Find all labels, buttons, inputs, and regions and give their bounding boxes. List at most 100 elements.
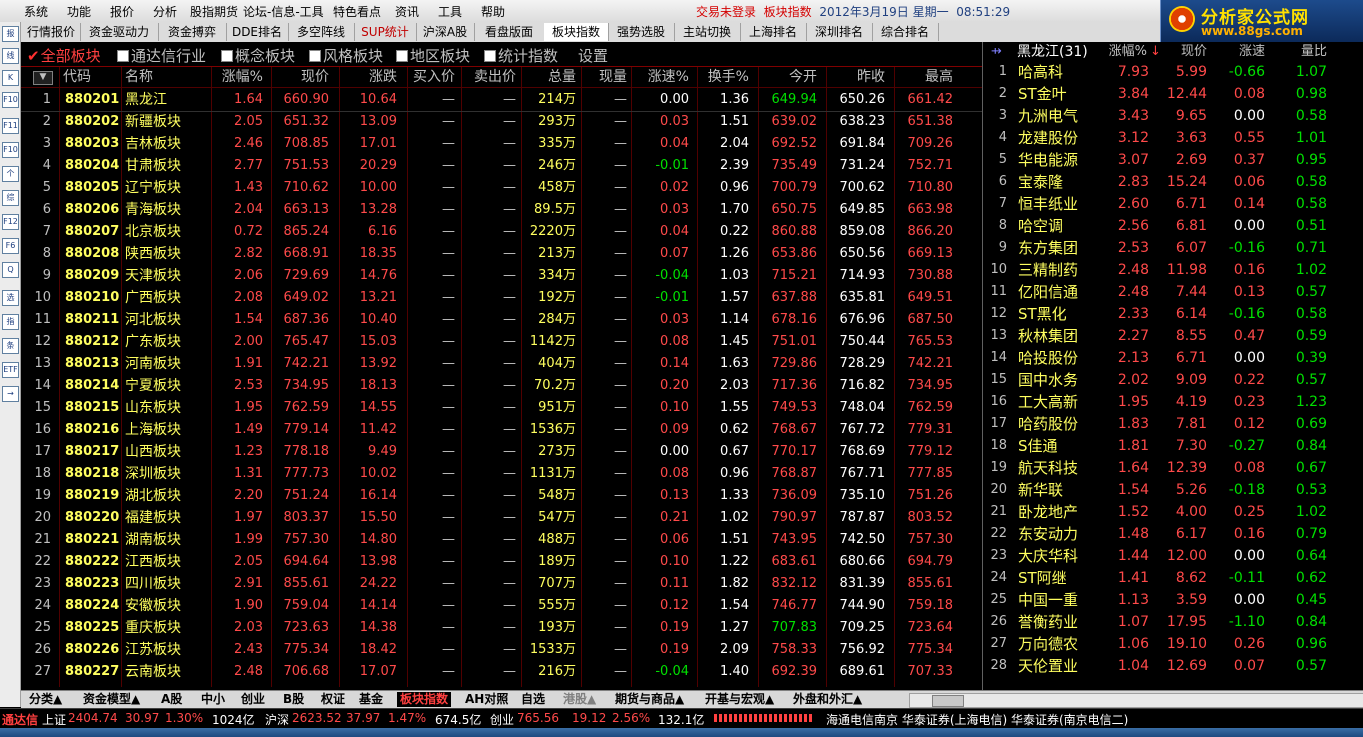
menu-system[interactable]: 系统 <box>24 3 48 20</box>
sector-code[interactable]: 880223 <box>65 573 119 595</box>
sector-code[interactable]: 880226 <box>65 639 119 661</box>
sector-code[interactable]: 880205 <box>65 177 119 199</box>
list-item[interactable]: 27 万向德农 1.06 19.10 0.26 0.96 <box>983 633 1363 655</box>
sheet-tab-chinext[interactable]: 创业 <box>241 692 265 707</box>
table-row[interactable]: 4 880204 甘肃板块 2.77 751.53 20.29 — — 246万 — -0.01 2.… <box>21 155 982 177</box>
sector-name[interactable]: 山东板块 <box>125 397 181 419</box>
table-row[interactable]: 13 880213 河南板块 1.91 742.21 13.92 — — 404万 — 0.14 1.… <box>21 353 982 375</box>
stock-name[interactable]: 东安动力 <box>1018 523 1078 545</box>
scroll-thumb[interactable] <box>932 695 964 707</box>
table-row[interactable]: 27 880227 云南板块 2.48 706.68 17.07 — — 216万 — -0.04 1… <box>21 661 982 683</box>
kline-chart-icon[interactable]: K <box>2 70 19 86</box>
list-item[interactable]: 16 工大高新 1.95 4.19 0.23 1.23 <box>983 391 1363 413</box>
right-header-price[interactable]: 现价 <box>1155 42 1207 62</box>
sector-name[interactable]: 河南板块 <box>125 353 181 375</box>
tab-layout[interactable]: 看盘版面 <box>474 23 545 41</box>
sector-code[interactable]: 880218 <box>65 463 119 485</box>
stock-name[interactable]: 工大高新 <box>1018 391 1078 413</box>
table-row[interactable]: 3 880203 吉林板块 2.46 708.85 17.01 — — 335万 — 0.04 2.0… <box>21 133 982 155</box>
list-item[interactable]: 3 九洲电气 3.43 9.65 0.00 0.58 <box>983 105 1363 127</box>
tab-fund-drive[interactable]: 资金驱动力 <box>80 23 159 41</box>
table-row[interactable]: 5 880205 辽宁板块 1.43 710.62 10.00 — — 458万 — 0.02 0.9… <box>21 177 982 199</box>
indicator-icon[interactable]: 指 <box>2 314 19 330</box>
list-item[interactable]: 11 亿阳信通 2.48 7.44 0.13 0.57 <box>983 281 1363 303</box>
sector-name[interactable]: 黑龙江 <box>125 89 167 111</box>
sector-code[interactable]: 880206 <box>65 199 119 221</box>
list-item[interactable]: 9 东方集团 2.53 6.07 -0.16 0.71 <box>983 237 1363 259</box>
stock-name[interactable]: 新华联 <box>1018 479 1063 501</box>
tab-dde-rank[interactable]: DDE排名 <box>226 23 289 41</box>
minute-chart-icon[interactable]: 线 <box>2 48 19 64</box>
sector-name[interactable]: 福建板块 <box>125 507 181 529</box>
tab-strong-picks[interactable]: 强势选股 <box>608 23 675 41</box>
table-row[interactable]: 16 880216 上海板块 1.49 779.14 11.42 — — 1536万 — 0.09 0… <box>21 419 982 441</box>
stock-name[interactable]: 三精制药 <box>1018 259 1078 281</box>
list-item[interactable]: 10 三精制药 2.48 11.98 0.16 1.02 <box>983 259 1363 281</box>
stock-name[interactable]: ST黑化 <box>1018 303 1067 325</box>
list-item[interactable]: 24 ST阿继 1.41 8.62 -0.11 0.62 <box>983 567 1363 589</box>
sector-code[interactable]: 880211 <box>65 309 119 331</box>
col-prev-close-header[interactable]: 昨收 <box>823 67 885 87</box>
sheet-tab-b-shares[interactable]: B股 <box>283 692 304 707</box>
table-row[interactable]: 14 880214 宁夏板块 2.53 734.95 18.13 — — 70.2万 — 0.20 2… <box>21 375 982 397</box>
f6-watch-icon[interactable]: F6 <box>2 238 19 254</box>
tab-server-switch[interactable]: 主站切换 <box>674 23 741 41</box>
col-cur-volume-header[interactable]: 现量 <box>579 67 627 87</box>
stock-name[interactable]: 哈高科 <box>1018 61 1063 83</box>
table-row[interactable]: 26 880226 江苏板块 2.43 775.34 18.42 — — 1533万 — 0.19 2… <box>21 639 982 661</box>
stock-name[interactable]: 东方集团 <box>1018 237 1078 259</box>
sector-code[interactable]: 880224 <box>65 595 119 617</box>
folder-icon[interactable]: 选 <box>2 290 19 306</box>
stock-name[interactable]: 哈空调 <box>1018 215 1063 237</box>
sector-code[interactable]: 880216 <box>65 419 119 441</box>
list-item[interactable]: 4 龙建股份 3.12 3.63 0.55 1.01 <box>983 127 1363 149</box>
condition-icon[interactable]: 条 <box>2 338 19 354</box>
tab-sz-rank[interactable]: 深圳排名 <box>806 23 873 41</box>
sector-name[interactable]: 上海板块 <box>125 419 181 441</box>
menu-features[interactable]: 特色看点 <box>333 3 381 20</box>
table-row[interactable]: 23 880223 四川板块 2.91 855.61 24.22 — — 707万 — 0.11 1.… <box>21 573 982 595</box>
sector-code[interactable]: 880221 <box>65 529 119 551</box>
sector-name[interactable]: 云南板块 <box>125 661 181 683</box>
sector-name[interactable]: 河北板块 <box>125 309 181 331</box>
sector-name[interactable]: 四川板块 <box>125 573 181 595</box>
filter-settings[interactable]: 设置 <box>578 45 608 66</box>
table-row[interactable]: 2 880202 新疆板块 2.05 651.32 13.09 — — 293万 — 0.03 1.5… <box>21 111 982 133</box>
sheet-tab-fund-model[interactable]: 资金模型▲ <box>83 692 140 707</box>
sector-name[interactable]: 湖南板块 <box>125 529 181 551</box>
list-item[interactable]: 8 哈空调 2.56 6.81 0.00 0.51 <box>983 215 1363 237</box>
sector-name[interactable]: 江苏板块 <box>125 639 181 661</box>
menu-function[interactable]: 功能 <box>67 3 91 20</box>
table-row[interactable]: 19 880219 湖北板块 2.20 751.24 16.14 — — 548万 — 0.13 1.… <box>21 485 982 507</box>
list-item[interactable]: 22 东安动力 1.48 6.17 0.16 0.79 <box>983 523 1363 545</box>
table-row[interactable]: 11 880211 河北板块 1.54 687.36 10.40 — — 284万 — 0.03 1.… <box>21 309 982 331</box>
sector-code[interactable]: 880202 <box>65 111 119 133</box>
f10-fund-icon[interactable]: F10 <box>2 142 19 158</box>
list-item[interactable]: 13 秋林集团 2.27 8.55 0.47 0.59 <box>983 325 1363 347</box>
sector-code[interactable]: 880212 <box>65 331 119 353</box>
tab-sh-rank[interactable]: 上海排名 <box>740 23 807 41</box>
filter-tdx-industry[interactable]: 通达信行业 <box>117 45 206 66</box>
col-ask-header[interactable]: 卖出价 <box>460 67 516 87</box>
col-name-header[interactable]: 名称 <box>125 67 153 87</box>
sector-name[interactable]: 新疆板块 <box>125 111 181 133</box>
stock-name[interactable]: S佳通 <box>1018 435 1058 457</box>
sheet-tab-ah-compare[interactable]: AH对照 <box>465 692 508 707</box>
tab-overall-rank[interactable]: 综合排名 <box>872 23 939 41</box>
sector-name[interactable]: 青海板块 <box>125 199 181 221</box>
col-speed-header[interactable]: 涨速% <box>631 67 689 87</box>
sector-name[interactable]: 安徽板块 <box>125 595 181 617</box>
etf-icon[interactable]: ETF <box>2 362 19 378</box>
menu-futures[interactable]: 股指期货 <box>190 3 238 20</box>
pin-icon[interactable]: ⇸ <box>991 42 1002 62</box>
tab-quotes[interactable]: 行情报价 <box>22 23 81 41</box>
sheet-tab-funds-macro[interactable]: 开基与宏观▲ <box>705 692 774 707</box>
sort-dropdown-icon[interactable]: ▼ <box>33 71 53 85</box>
table-row[interactable]: 7 880207 北京板块 0.72 865.24 6.16 — — 2220万 — 0.04 0.2… <box>21 221 982 243</box>
stock-name[interactable]: 恒丰纸业 <box>1018 193 1078 215</box>
f10-info-icon[interactable]: F10 <box>2 92 19 108</box>
table-row[interactable]: 10 880210 广西板块 2.08 649.02 13.21 — — 192万 — -0.01 1… <box>21 287 982 309</box>
stock-name[interactable]: 誉衡药业 <box>1018 611 1078 633</box>
sector-name[interactable]: 天津板块 <box>125 265 181 287</box>
menu-analysis[interactable]: 分析 <box>153 3 177 20</box>
